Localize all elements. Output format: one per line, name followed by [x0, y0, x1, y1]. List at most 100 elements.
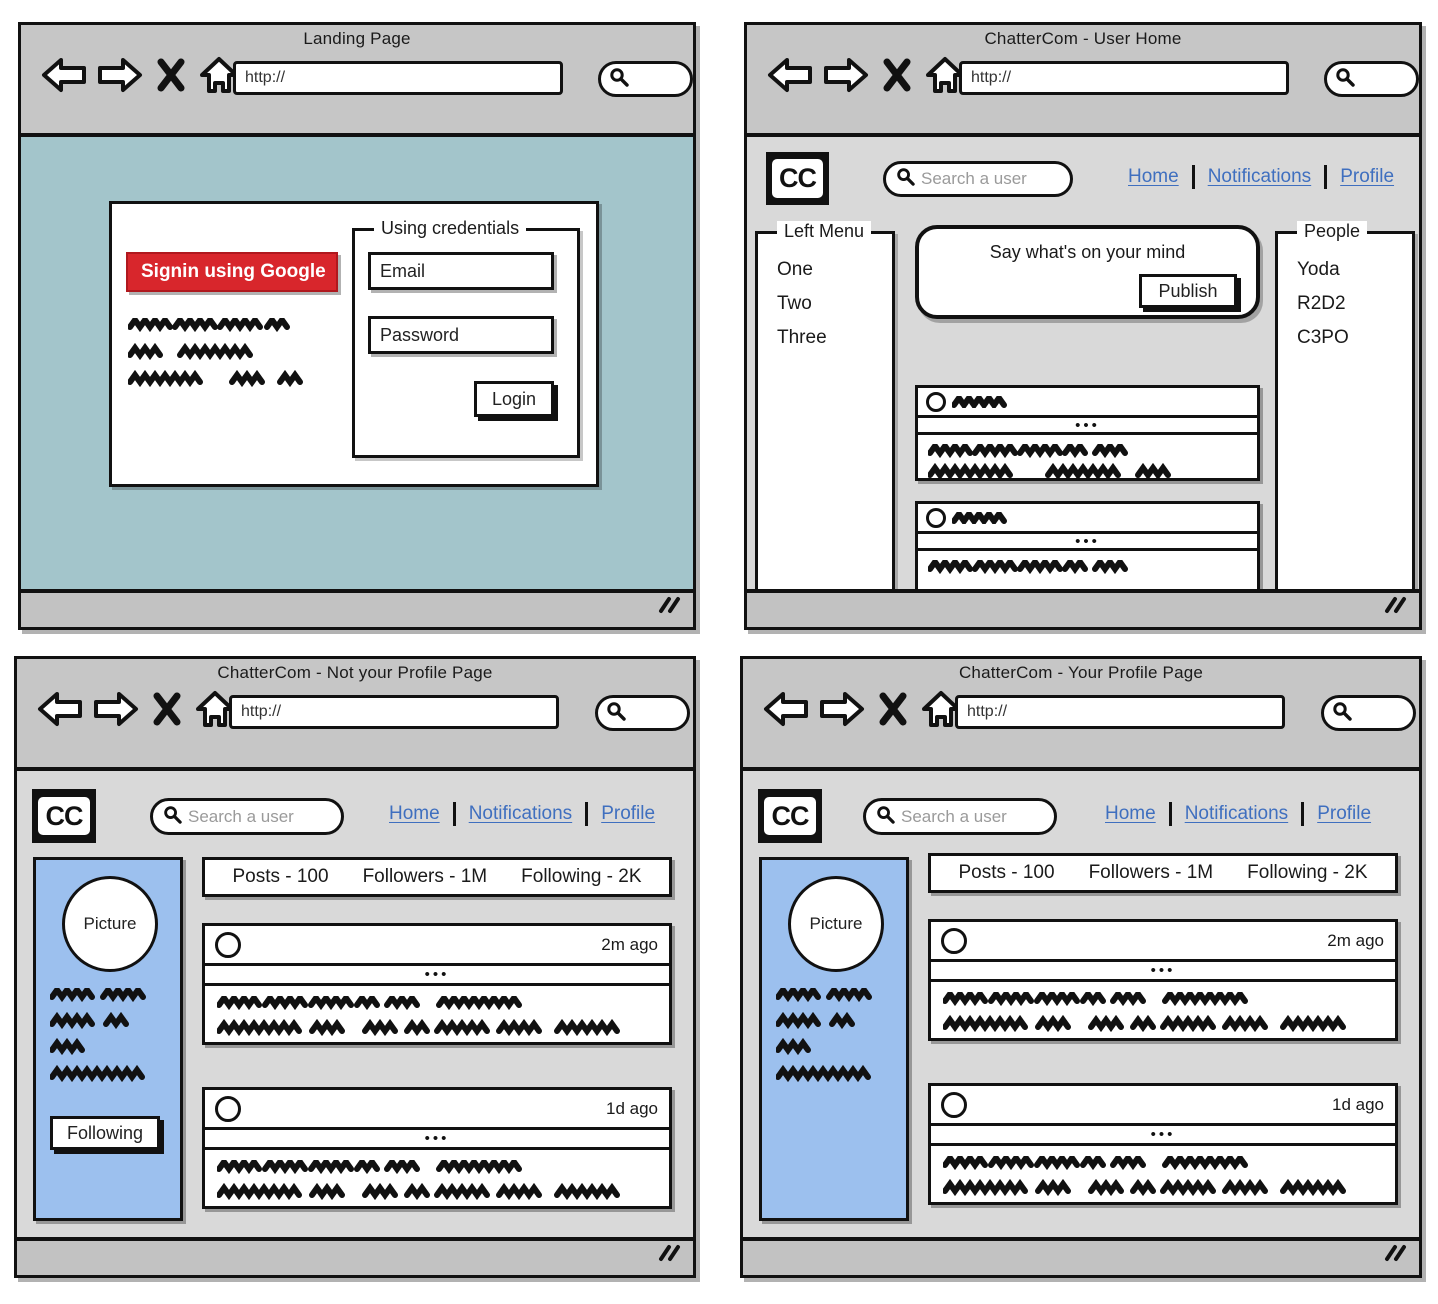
profile-post[interactable]: 1d ago •••: [202, 1087, 672, 1209]
back-arrow-icon[interactable]: [763, 691, 809, 727]
stat-posts: Posts - 100: [958, 862, 1055, 883]
google-signin-button[interactable]: Signin using Google: [126, 252, 338, 292]
nav-separator: [1191, 165, 1195, 189]
stat-followers: Followers - 1M: [362, 866, 488, 887]
left-menu-item-one[interactable]: One: [777, 259, 827, 281]
browser-search-box[interactable]: [1324, 61, 1419, 97]
main-nav: Home Notifications Profile: [1105, 802, 1371, 826]
url-text: http://: [971, 69, 1012, 86]
left-menu-item-two[interactable]: Two: [777, 293, 827, 315]
browser-chrome: ChatterCom - User Home http://: [747, 25, 1419, 137]
profile-post[interactable]: 1d ago •••: [928, 1083, 1398, 1205]
people-item-r2d2[interactable]: R2D2: [1297, 293, 1349, 315]
feed-post[interactable]: •••: [915, 385, 1260, 481]
close-x-icon[interactable]: [153, 692, 181, 726]
resize-grip-icon[interactable]: [657, 596, 681, 619]
back-arrow-icon[interactable]: [37, 691, 83, 727]
publish-button[interactable]: Publish: [1139, 274, 1237, 308]
people-caption: People: [1297, 221, 1368, 241]
brand-logo[interactable]: CC: [32, 789, 96, 843]
nav-link-home[interactable]: Home: [1105, 803, 1156, 825]
url-bar[interactable]: http://: [233, 61, 563, 95]
email-field[interactable]: Email: [368, 252, 554, 290]
window-user-home: ChatterCom - User Home http:// CC Search…: [744, 22, 1422, 630]
profile-post[interactable]: 2m ago •••: [928, 919, 1398, 1041]
following-button-label: Following: [66, 1122, 144, 1143]
window-title: Landing Page: [303, 29, 411, 48]
user-search-input[interactable]: Search a user: [883, 161, 1073, 197]
feed-post[interactable]: •••: [915, 501, 1260, 597]
window-title: ChatterCom - Not your Profile Page: [217, 663, 493, 682]
url-bar[interactable]: http://: [959, 61, 1289, 95]
login-button[interactable]: Login: [474, 381, 554, 417]
profile-picture[interactable]: Picture: [788, 876, 884, 972]
back-arrow-icon[interactable]: [41, 57, 87, 93]
close-x-icon[interactable]: [157, 58, 185, 92]
nav-link-profile[interactable]: Profile: [601, 803, 655, 825]
profile-picture-label: Picture: [83, 914, 137, 933]
resize-grip-icon[interactable]: [1383, 1244, 1407, 1267]
url-text: http://: [245, 69, 286, 86]
post-meta-row: •••: [205, 966, 669, 986]
post-body-scribble: [928, 444, 1171, 480]
avatar: [941, 1091, 967, 1118]
profile-picture[interactable]: Picture: [62, 876, 158, 972]
stat-following: Following - 2K: [1247, 862, 1368, 883]
browser-search-box[interactable]: [598, 61, 693, 97]
url-bar[interactable]: http://: [955, 695, 1285, 729]
close-x-icon[interactable]: [879, 692, 907, 726]
window-title: ChatterCom - Your Profile Page: [958, 663, 1204, 682]
brand-logo[interactable]: CC: [758, 789, 822, 843]
page-viewport: Signin using Google Using credentials Em…: [21, 137, 693, 627]
url-bar[interactable]: http://: [229, 695, 559, 729]
left-menu-caption: Left Menu: [777, 221, 872, 241]
search-icon: [876, 805, 895, 829]
search-icon: [1335, 67, 1355, 92]
resize-grip-icon[interactable]: [657, 1244, 681, 1267]
nav-link-notifications[interactable]: Notifications: [1185, 803, 1289, 825]
search-icon: [1332, 701, 1352, 726]
browser-search-box[interactable]: [595, 695, 690, 731]
post-author-scribble: [952, 395, 1007, 408]
avatar: [926, 391, 946, 412]
google-signin-label: Signin using Google: [141, 261, 326, 282]
nav-link-notifications[interactable]: Notifications: [1208, 166, 1312, 188]
close-x-icon[interactable]: [883, 58, 911, 92]
nav-link-profile[interactable]: Profile: [1340, 166, 1394, 188]
search-icon: [163, 805, 182, 829]
back-arrow-icon[interactable]: [767, 57, 813, 93]
browser-search-box[interactable]: [1321, 695, 1416, 731]
forward-arrow-icon[interactable]: [823, 57, 869, 93]
following-button[interactable]: Following: [50, 1116, 160, 1150]
user-search-input[interactable]: Search a user: [863, 798, 1057, 835]
post-meta-row: •••: [205, 1130, 669, 1150]
forward-arrow-icon[interactable]: [819, 691, 865, 727]
nav-link-notifications[interactable]: Notifications: [469, 803, 573, 825]
nav-link-home[interactable]: Home: [1128, 166, 1179, 188]
nav-link-profile[interactable]: Profile: [1317, 803, 1371, 825]
nav-separator: [1168, 802, 1172, 826]
page-viewport: CC Search a user Home Notifications Prof…: [743, 771, 1419, 1275]
profile-stats-bar: Posts - 100 Followers - 1M Following - 2…: [202, 857, 672, 897]
nav-link-home[interactable]: Home: [389, 803, 440, 825]
profile-bio-scribble: [50, 988, 146, 1083]
user-search-input[interactable]: Search a user: [150, 798, 344, 835]
brand-logo[interactable]: CC: [766, 152, 829, 205]
post-body-scribble: [943, 992, 1346, 1033]
password-field[interactable]: Password: [368, 316, 554, 354]
compose-box[interactable]: Say what's on your mind Publish: [915, 225, 1260, 319]
profile-post[interactable]: 2m ago •••: [202, 923, 672, 1045]
resize-grip-icon[interactable]: [1383, 596, 1407, 619]
people-group: People Yoda R2D2 C3PO: [1275, 221, 1415, 621]
post-header: 1d ago: [931, 1086, 1395, 1126]
browser-nav-icons: [763, 690, 961, 728]
user-search-placeholder: Search a user: [188, 806, 294, 826]
people-item-yoda[interactable]: Yoda: [1297, 259, 1349, 281]
window-title: ChatterCom - User Home: [984, 29, 1182, 48]
forward-arrow-icon[interactable]: [93, 691, 139, 727]
people-item-c3po[interactable]: C3PO: [1297, 327, 1349, 349]
left-menu-item-three[interactable]: Three: [777, 327, 827, 349]
forward-arrow-icon[interactable]: [97, 57, 143, 93]
url-text: http://: [967, 703, 1008, 720]
main-nav: Home Notifications Profile: [389, 802, 655, 826]
